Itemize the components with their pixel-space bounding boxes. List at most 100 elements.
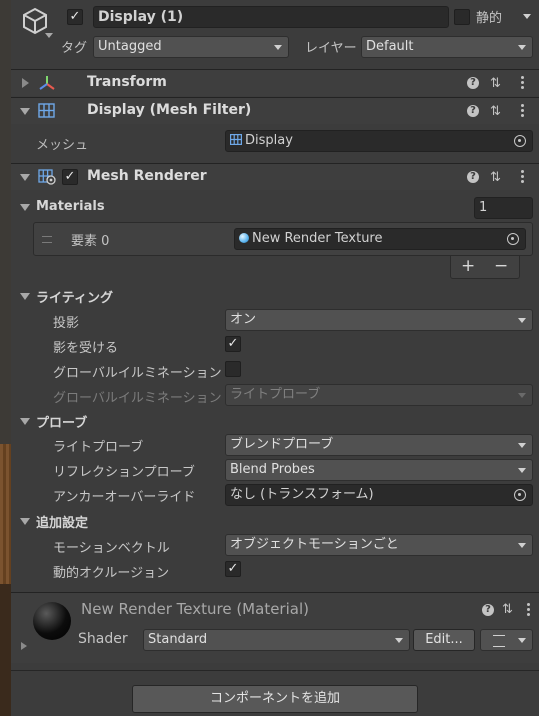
dynamic-occlusion-label: 動的オクルージョン [53,566,170,581]
reflection-probes-dropdown[interactable]: Blend Probes [225,459,533,481]
layer-label: レイヤー [305,41,357,56]
reflection-probes-label: リフレクションプローブ [53,465,195,480]
mesh-renderer-title: Mesh Renderer [87,168,207,184]
tag-label: タグ [61,41,88,56]
cast-shadows-label: 投影 [53,316,80,331]
motion-vectors-dropdown[interactable]: オブジェクトモーションごと [225,534,533,556]
material-section: New Render Texture (Material) ? ⇅ Shader… [11,592,539,663]
icon-dropdown-arrow-icon[interactable] [45,33,53,38]
materials-fold-arrow-icon[interactable] [20,204,30,211]
mesh-filter-settings-icon[interactable]: ⇅ [490,104,501,119]
mesh-renderer-fold-arrow-icon[interactable] [20,174,30,181]
shader-menu-dropdown[interactable] [480,629,533,651]
anchor-override-picker-icon[interactable] [514,489,526,501]
materials-list: 要素 0 New Render Texture [33,222,533,256]
tag-value: Untagged [98,39,162,54]
material-more-icon[interactable] [527,603,530,618]
list-footer: + − [450,256,520,279]
lighting-title: ライティング [36,291,113,306]
mesh-label: メッシュ [36,138,89,153]
gameobject-name-input[interactable]: Display (1) [93,6,449,28]
mesh-filter-fold-arrow-icon[interactable] [20,108,30,115]
mesh-renderer-header[interactable]: ✓ Mesh Renderer ? ⇅ [11,163,539,190]
transform-title: Transform [87,74,167,90]
add-element-button[interactable]: + [461,256,475,276]
remove-element-button[interactable]: − [494,256,508,276]
transform-axes-icon [38,75,56,95]
cast-shadows-dropdown[interactable]: オン [225,309,533,331]
static-checkbox[interactable] [454,9,470,25]
tag-dropdown[interactable]: Untagged [93,36,289,58]
mesh-filter-title: Display (Mesh Filter) [87,102,252,118]
shader-value: Standard [148,632,208,647]
inspector-panel: ✓ Display (1) 静的 タグ Untagged レイヤー Defaul… [11,0,539,716]
cast-shadows-value: オン [230,312,257,327]
add-component-button[interactable]: コンポーネントを追加 [132,685,418,713]
materials-count-input[interactable]: 1 [474,197,533,219]
mesh-renderer-enabled-checkbox[interactable]: ✓ [62,169,78,185]
mesh-picker-icon[interactable] [514,135,526,147]
transform-more-icon[interactable] [521,76,524,91]
anchor-override-field[interactable]: なし (トランスフォーム) [225,484,533,506]
mesh-renderer-more-icon[interactable] [521,170,524,185]
static-dropdown-arrow[interactable] [517,6,537,28]
mesh-filter-header[interactable]: Display (Mesh Filter) ? ⇅ [11,97,539,124]
list-menu-icon [493,635,505,647]
mesh-renderer-settings-icon[interactable]: ⇅ [490,170,501,185]
probes-title: プローブ [36,416,88,431]
element-0-value: New Render Texture [252,231,383,246]
mesh-renderer-icon [38,169,56,189]
light-probes-value: ブレンドプローブ [230,437,334,452]
additional-settings-fold-arrow-icon[interactable] [20,518,30,525]
scene-edge-strip [0,0,11,716]
mesh-object-field[interactable]: Display [225,130,533,152]
contribute-gi-label: グローバルイルミネーションに影響 [53,366,223,381]
element-0-object-field[interactable]: New Render Texture [234,228,526,250]
material-help-icon[interactable]: ? [482,604,494,616]
material-settings-icon[interactable]: ⇅ [502,602,513,617]
mesh-filter-grid-icon [38,103,55,122]
material-title: New Render Texture (Material) [81,600,309,618]
shader-dropdown[interactable]: Standard [143,629,410,651]
dynamic-occlusion-checkbox[interactable]: ✓ [225,561,241,577]
light-probes-dropdown[interactable]: ブレンドプローブ [225,434,533,456]
drag-handle-icon[interactable] [42,236,52,243]
static-label: 静的 [476,11,503,26]
receive-shadows-checkbox[interactable]: ✓ [225,336,241,352]
materials-label: Materials [36,199,105,214]
transform-header[interactable]: Transform ? ⇅ [11,69,539,96]
additional-settings-title: 追加設定 [36,516,89,531]
transform-help-icon[interactable]: ? [467,77,479,89]
element-0-label: 要素 0 [71,234,110,249]
light-probes-label: ライトプローブ [53,440,144,455]
receive-gi-label: グローバルイルミネーションを受ける [53,391,223,406]
mesh-renderer-help-icon[interactable]: ? [467,171,479,183]
motion-vectors-value: オブジェクトモーションごと [230,537,399,552]
mesh-filter-more-icon[interactable] [521,104,524,119]
lighting-fold-arrow-icon[interactable] [20,293,30,300]
receive-gi-value: ライトプローブ [230,387,321,402]
active-checkbox[interactable]: ✓ [67,9,83,25]
receive-gi-dropdown: ライトプローブ [225,384,533,406]
anchor-override-value: なし (トランスフォーム) [230,487,374,502]
motion-vectors-label: モーションベクトル [53,541,170,556]
material-preview-sphere[interactable] [33,602,71,640]
reflection-probes-value: Blend Probes [230,462,315,477]
contribute-gi-checkbox[interactable] [225,361,241,377]
shader-edit-button[interactable]: Edit... [413,629,475,651]
receive-shadows-label: 影を受ける [53,341,119,356]
transform-fold-arrow-icon[interactable] [22,78,29,88]
shader-label: Shader [78,631,128,647]
layer-value: Default [366,39,414,54]
mesh-value: Display [245,133,293,148]
mesh-filter-help-icon[interactable]: ? [467,105,479,117]
probes-fold-arrow-icon[interactable] [20,418,30,425]
mesh-grid-icon [230,134,243,146]
bottom-divider [11,670,539,671]
material-fold-arrow-icon[interactable] [21,642,27,650]
element-0-picker-icon[interactable] [507,233,519,245]
render-texture-icon [239,233,249,243]
anchor-override-label: アンカーオーバーライド [53,490,196,505]
transform-settings-icon[interactable]: ⇅ [490,76,501,91]
layer-dropdown[interactable]: Default [361,36,533,58]
